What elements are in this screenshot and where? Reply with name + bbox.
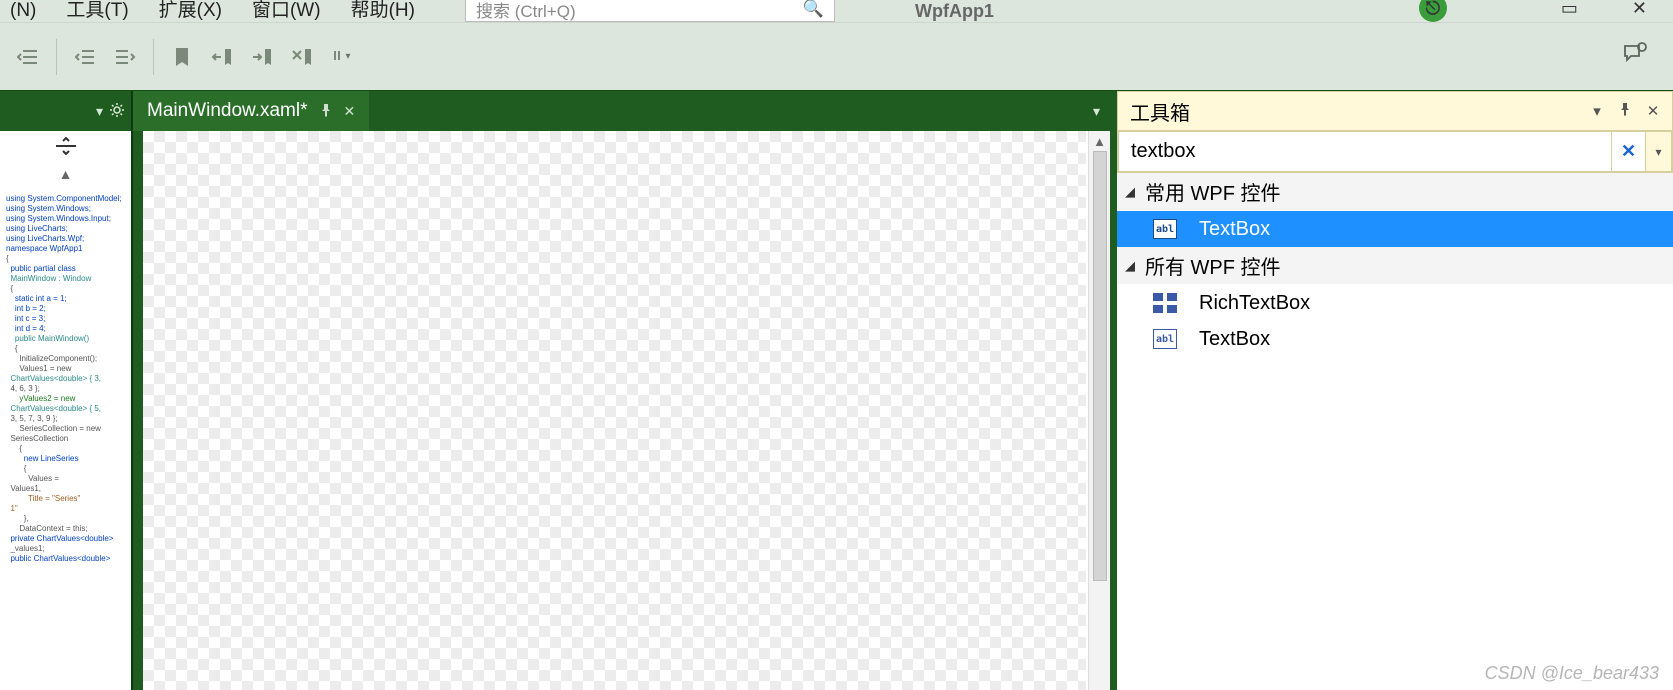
toolbox-list: ◢常用 WPF 控件ablTextBox◢所有 WPF 控件RichTextBo… xyxy=(1117,173,1673,690)
tabs-dropdown-icon[interactable]: ▾ xyxy=(1093,103,1100,120)
vertical-scrollbar[interactable]: ▲ xyxy=(1088,131,1110,690)
toolbar-overflow-icon[interactable] xyxy=(328,43,356,71)
pin-tab-icon[interactable] xyxy=(320,103,332,120)
panel-options-icon[interactable]: ▾ xyxy=(1586,102,1608,120)
expand-icon: ◢ xyxy=(1125,184,1145,200)
toolbox-header: 工具箱 ▾ ✕ xyxy=(1117,91,1673,131)
feedback-icon[interactable] xyxy=(1621,42,1647,72)
menu-item[interactable]: 窗口(W) xyxy=(252,0,321,22)
solution-name-label: WpfApp1 xyxy=(915,1,994,22)
close-tab-icon[interactable]: ✕ xyxy=(344,103,356,120)
toolbox-item[interactable]: abl TextBox xyxy=(1117,211,1673,247)
textbox-icon: abl xyxy=(1153,329,1177,349)
split-view-icon[interactable] xyxy=(0,131,131,166)
bookmark-icon[interactable] xyxy=(168,43,196,71)
menu-item[interactable]: 工具(T) xyxy=(66,0,128,22)
menu-bar: (N) 工具(T) 扩展(X) 窗口(W) 帮助(H) 搜索 (Ctrl+Q) … xyxy=(0,0,1673,22)
tab-title: MainWindow.xaml* xyxy=(147,100,308,122)
toolbox-search-input[interactable] xyxy=(1118,131,1612,172)
toolbox-item-label: RichTextBox xyxy=(1199,292,1310,315)
toolbar xyxy=(0,22,1673,90)
toolbox-item[interactable]: RichTextBox xyxy=(1117,285,1673,321)
document-tab[interactable]: MainWindow.xaml* ✕ xyxy=(133,91,369,131)
search-placeholder: 搜索 (Ctrl+Q) xyxy=(476,0,576,22)
document-outline-panel: ▾ ▲ using System.ComponentModel;using Sy… xyxy=(0,91,133,690)
toolbox-search-row: ✕ ▾ xyxy=(1117,131,1673,173)
group-label: 常用 WPF 控件 xyxy=(1145,177,1281,206)
next-bookmark-icon[interactable] xyxy=(248,43,276,71)
main-area: ▾ ▲ using System.ComponentModel;using Sy… xyxy=(0,90,1673,690)
restore-window-icon[interactable]: ▭ xyxy=(1561,0,1578,19)
menu-item[interactable]: (N) xyxy=(10,0,36,22)
richtextbox-icon xyxy=(1153,293,1177,313)
clear-bookmark-icon[interactable] xyxy=(288,43,316,71)
toolbox-item-label: TextBox xyxy=(1199,218,1270,241)
menu-item[interactable]: 帮助(H) xyxy=(351,0,415,22)
toolbox-group-header[interactable]: ◢所有 WPF 控件 xyxy=(1117,247,1673,285)
group-label: 所有 WPF 控件 xyxy=(1145,251,1281,280)
global-search-input[interactable]: 搜索 (Ctrl+Q) 🔍 xyxy=(465,0,835,22)
pin-panel-icon[interactable] xyxy=(1614,102,1636,120)
outdent-icon[interactable] xyxy=(14,43,42,71)
outline-header: ▾ xyxy=(0,91,131,131)
collapse-up-icon[interactable]: ▲ xyxy=(0,166,131,186)
scrollbar-thumb[interactable] xyxy=(1093,151,1107,581)
outline-settings-icon[interactable] xyxy=(109,102,125,121)
toolbox-item[interactable]: abl TextBox xyxy=(1117,321,1673,357)
clear-search-icon[interactable]: ✕ xyxy=(1612,131,1646,172)
scroll-up-icon[interactable]: ▲ xyxy=(1089,131,1110,151)
search-options-dropdown-icon[interactable]: ▾ xyxy=(1646,131,1672,172)
textbox-icon: abl xyxy=(1153,219,1177,239)
close-panel-icon[interactable]: ✕ xyxy=(1642,102,1664,120)
xaml-designer-surface[interactable]: ▲ xyxy=(139,131,1110,690)
transparent-background xyxy=(143,131,1086,690)
decrease-indent-icon[interactable] xyxy=(71,43,99,71)
increase-indent-icon[interactable] xyxy=(111,43,139,71)
code-thumbnail[interactable]: using System.ComponentModel;using System… xyxy=(0,186,131,690)
prev-bookmark-icon[interactable] xyxy=(208,43,236,71)
title-bar-right-controls: ⎋ ▭ ✕ xyxy=(1419,0,1673,22)
editor-area: MainWindow.xaml* ✕ ▾ ▲ xyxy=(133,91,1110,690)
search-icon: 🔍 xyxy=(803,0,824,19)
watermark-text: CSDN @Ice_bear433 xyxy=(1485,663,1659,684)
toolbox-title: 工具箱 xyxy=(1130,97,1580,126)
toolbox-item-label: TextBox xyxy=(1199,328,1270,351)
toolbox-panel: 工具箱 ▾ ✕ ✕ ▾ ◢常用 WPF 控件ablTextBox◢所有 WPF … xyxy=(1110,91,1673,690)
outline-dropdown-icon[interactable]: ▾ xyxy=(96,103,103,120)
close-window-icon[interactable]: ✕ xyxy=(1632,0,1647,19)
toolbox-group-header[interactable]: ◢常用 WPF 控件 xyxy=(1117,173,1673,211)
expand-icon: ◢ xyxy=(1125,258,1145,274)
menu-item[interactable]: 扩展(X) xyxy=(159,0,222,22)
document-tabs: MainWindow.xaml* ✕ ▾ xyxy=(133,91,1110,131)
profile-badge-icon[interactable]: ⎋ xyxy=(1419,0,1447,22)
